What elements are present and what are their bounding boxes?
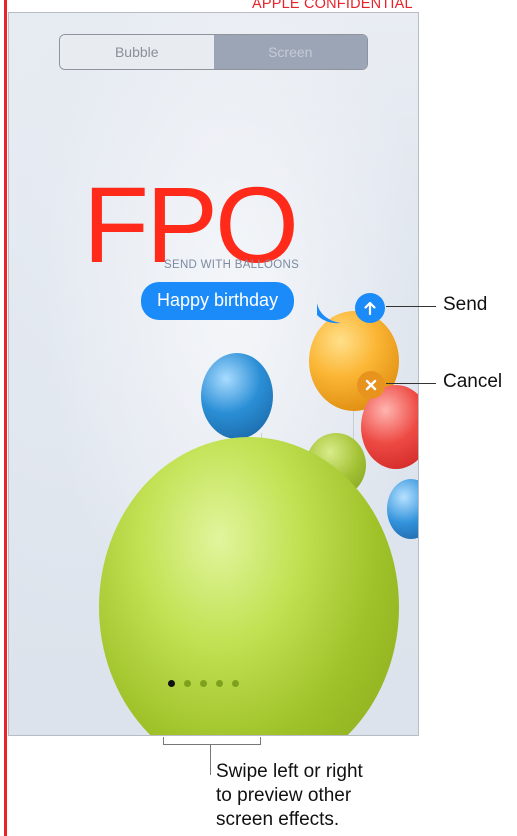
page-indicator[interactable] — [168, 680, 239, 687]
page-dot[interactable] — [232, 680, 239, 687]
swipe-caption: Swipe left or right to preview other scr… — [216, 760, 363, 832]
page-indicator-bracket — [163, 737, 261, 745]
message-bubble: Happy birthday — [141, 282, 295, 320]
caption-line: screen effects. — [216, 809, 340, 830]
send-with-label: SEND WITH BALLOONS — [164, 259, 300, 271]
page-dot[interactable] — [168, 680, 175, 687]
send-callout-label: Send — [443, 294, 488, 315]
segment-screen[interactable]: Screen — [213, 35, 367, 69]
effect-type-segmented-control: Bubble Screen — [59, 34, 368, 70]
phone-screen: Bubble Screen FPO SEND WITH BALLOONS Hap… — [8, 12, 419, 736]
x-icon — [365, 379, 377, 391]
confidential-watermark: APPLE CONFIDENTIAL — [252, 0, 413, 12]
cancel-callout-label: Cancel — [443, 371, 503, 392]
caption-line: to preview other — [216, 785, 352, 806]
page-dot[interactable] — [200, 680, 207, 687]
small-blue-balloon — [387, 479, 418, 539]
send-button[interactable] — [355, 293, 385, 323]
cancel-button[interactable] — [357, 371, 385, 399]
caption-leader-line — [210, 745, 211, 775]
page-dot[interactable] — [216, 680, 223, 687]
send-callout-line — [386, 306, 436, 307]
cancel-callout-line — [386, 383, 436, 384]
segment-bubble[interactable]: Bubble — [60, 35, 214, 69]
message-bubble-tail — [317, 303, 341, 324]
page-dot[interactable] — [184, 680, 191, 687]
caption-line: Swipe left or right — [216, 761, 363, 782]
blue-balloon — [201, 353, 273, 439]
confidential-margin-rule — [4, 0, 7, 836]
arrow-up-icon — [364, 301, 376, 316]
